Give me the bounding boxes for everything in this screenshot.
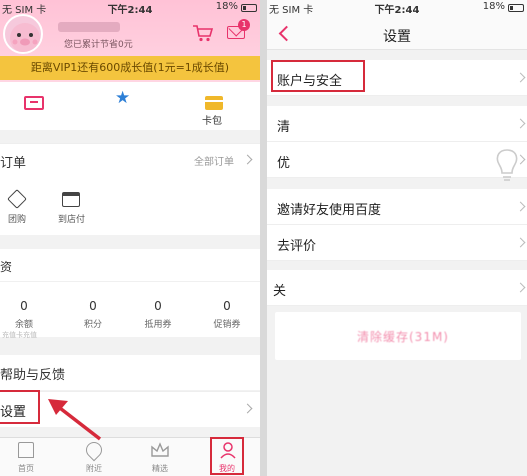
- star-icon[interactable]: ★: [115, 90, 130, 107]
- tab-featured[interactable]: 精选: [140, 463, 180, 474]
- mine-screen: 无 SIM 卡 下午2:44 18% 您已累计节省0元 1 距离VIP1还有60…: [0, 0, 260, 476]
- mail-badge: 1: [238, 19, 250, 31]
- tab-home[interactable]: 首页: [6, 463, 46, 474]
- clock: 下午2:44: [374, 5, 420, 16]
- vip-progress-banner[interactable]: 距离VIP1还有600成长值(1元=1成长值): [0, 56, 260, 80]
- battery-text: 18%: [482, 1, 505, 12]
- settings-row-2-label: 清: [277, 120, 291, 135]
- red-arrow-icon: [48, 399, 102, 441]
- settings-row-3[interactable]: [267, 142, 527, 178]
- ticket-icon[interactable]: [24, 96, 44, 110]
- group-buy-label: 团购: [8, 215, 27, 225]
- assets-header: [0, 249, 260, 281]
- cart-icon[interactable]: [192, 24, 214, 42]
- card-wallet-icon[interactable]: [205, 96, 223, 110]
- carrier-text: 无 SIM 卡: [269, 5, 314, 16]
- help-feedback-label: 帮助与反馈: [0, 368, 66, 383]
- rate-app-label: 去评价: [277, 239, 317, 254]
- lightbulb-icon: [496, 149, 518, 181]
- battery-icon: [508, 4, 524, 12]
- settings-row-3-label: 优: [277, 156, 291, 171]
- mine-highlight-box: [210, 437, 244, 475]
- card-wallet-label: 卡包: [202, 116, 222, 127]
- battery-icon: [241, 4, 257, 12]
- crown-icon[interactable]: [150, 442, 170, 458]
- orders-title: 订单: [0, 156, 27, 171]
- store-pay-label: 到店付: [58, 215, 86, 225]
- battery-text: 18%: [215, 1, 238, 12]
- account-highlight-box: [271, 60, 365, 92]
- status-bar: 无 SIM 卡 下午2:44 18%: [0, 0, 260, 16]
- all-orders-link[interactable]: 全部订单: [194, 153, 234, 168]
- balance-label: 余额: [14, 320, 33, 330]
- avatar[interactable]: [3, 14, 43, 54]
- points-label: 积分: [83, 320, 102, 330]
- settings-screen: 无 SIM 卡 下午2:44 18% 设置 账户与安全 清 优 邀请好友使用百度…: [267, 0, 527, 476]
- order-type-row: [0, 179, 260, 235]
- voucher-label: 抵用券: [144, 320, 172, 330]
- logout-text-blurred: 清除缓存(31M): [357, 330, 449, 344]
- invite-friends-label: 邀请好友使用百度: [277, 203, 382, 218]
- home-icon[interactable]: [18, 442, 34, 458]
- store-pay-icon[interactable]: [62, 192, 80, 207]
- settings-row-2[interactable]: [267, 106, 527, 142]
- voucher-value[interactable]: 0: [138, 299, 178, 313]
- balance-value[interactable]: 0: [4, 299, 44, 313]
- points-value[interactable]: 0: [73, 299, 113, 313]
- promo-label: 促销券: [213, 320, 241, 330]
- saving-text: 您已累计节省0元: [64, 40, 133, 50]
- tab-nearby[interactable]: 附近: [74, 463, 114, 474]
- promo-value[interactable]: 0: [207, 299, 247, 313]
- status-bar: 无 SIM 卡 下午2:44 18%: [267, 0, 527, 16]
- recharge-sub[interactable]: 充值卡充值: [2, 330, 37, 340]
- page-title: 设置: [383, 29, 411, 45]
- settings-highlight-box: [0, 390, 40, 424]
- about-label: 关: [273, 284, 287, 299]
- username-blurred: [58, 22, 120, 32]
- clock: 下午2:44: [107, 5, 153, 16]
- stage: 无 SIM 卡 下午2:44 18% 您已累计节省0元 1 距离VIP1还有60…: [0, 0, 527, 476]
- assets-title: 资: [0, 260, 13, 274]
- about-row[interactable]: [267, 270, 527, 306]
